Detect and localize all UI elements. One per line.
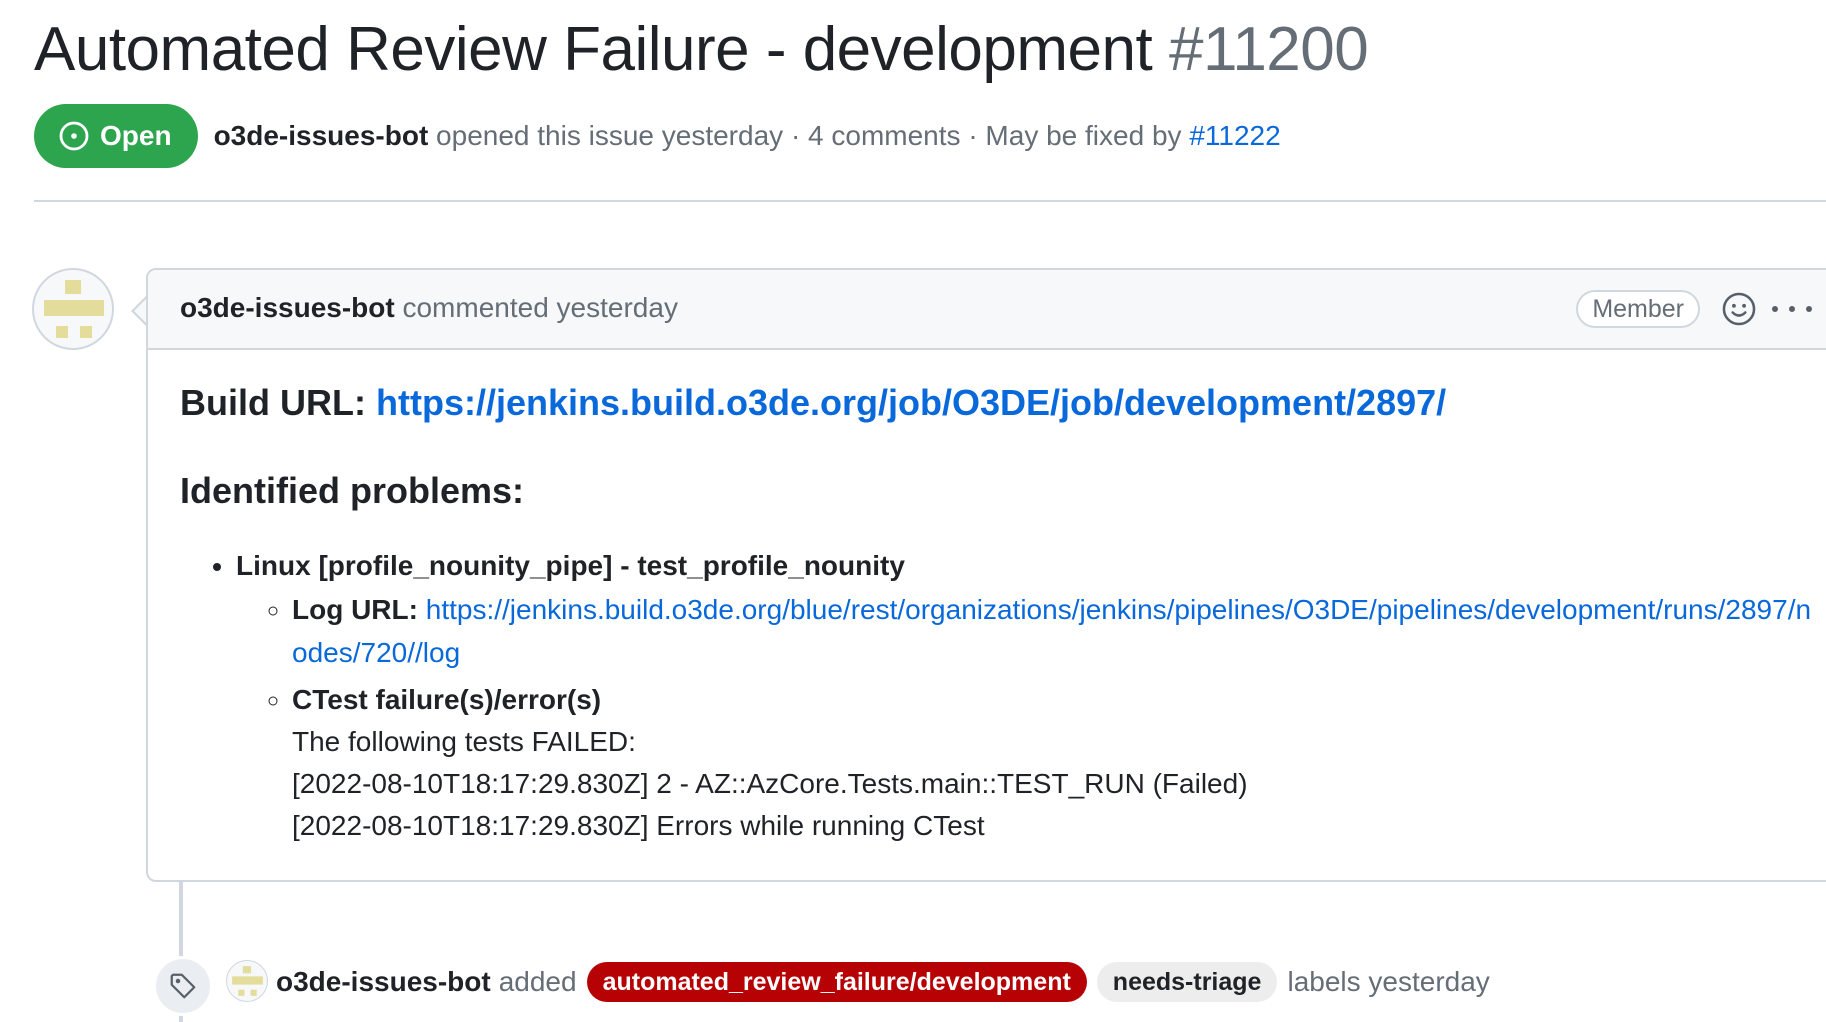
problem-title: Linux [profile_nounity_pipe] - test_prof…	[236, 550, 905, 581]
issue-author-link[interactable]: o3de-issues-bot	[214, 120, 429, 151]
issue-title: Automated Review Failure - development #…	[34, 14, 1369, 85]
ctest-output: The following tests FAILED: [2022-08-10T…	[292, 721, 1814, 847]
ctest-line: [2022-08-10T18:17:29.830Z] Errors while …	[292, 810, 985, 841]
kebab-horizontal-icon	[1772, 306, 1778, 312]
log-url-item: Log URL: https://jenkins.build.o3de.org/…	[292, 588, 1814, 674]
timeline-badge	[153, 956, 213, 1016]
member-badge: Member	[1576, 290, 1700, 328]
fixed-by-pr-link[interactable]: #11222	[1189, 120, 1280, 151]
comment-options-button[interactable]	[1772, 290, 1812, 328]
fixed-text: May be fixed by	[985, 120, 1182, 151]
ctest-line: [2022-08-10T18:17:29.830Z] 2 - AZ::AzCor…	[292, 768, 1248, 799]
state-badge-open: Open	[34, 104, 198, 168]
smiley-icon	[1722, 292, 1756, 326]
comment-header-text: o3de-issues-bot commented yesterday	[180, 292, 678, 324]
problems-list: Linux [profile_nounity_pipe] - test_prof…	[180, 546, 1814, 847]
build-url-line: Build URL: https://jenkins.build.o3de.or…	[180, 382, 1814, 424]
label-automated-review-failure[interactable]: automated_review_failure/development	[586, 962, 1087, 1002]
log-url-link[interactable]: https://jenkins.build.o3de.org/blue/rest…	[292, 594, 1811, 668]
tag-icon	[170, 973, 196, 999]
add-reaction-button[interactable]	[1720, 290, 1758, 328]
issue-title-text: Automated Review Failure - development	[34, 15, 1153, 84]
build-url-label: Build URL:	[180, 382, 366, 423]
problems-heading: Identified problems:	[180, 470, 525, 511]
comment-body: Build URL: https://jenkins.build.o3de.or…	[180, 382, 1814, 851]
ctest-label: CTest failure(s)/error(s)	[292, 684, 602, 715]
avatar[interactable]	[32, 268, 114, 350]
label-needs-triage[interactable]: needs-triage	[1096, 962, 1278, 1002]
comment-header: o3de-issues-bot commented yesterday Memb…	[148, 270, 1826, 350]
issue-state-row: Open o3de-issues-bot opened this issue y…	[34, 104, 1281, 168]
state-label: Open	[100, 120, 172, 151]
event-author-link[interactable]: o3de-issues-bot	[276, 966, 491, 998]
event-action: added	[498, 966, 577, 997]
avatar-identicon	[44, 280, 104, 338]
comments-count: · 4 comments ·	[790, 120, 978, 151]
comment-box: o3de-issues-bot commented yesterday Memb…	[146, 268, 1826, 882]
issue-meta: o3de-issues-bot opened this issue yester…	[214, 120, 1281, 152]
problem-details-list: Log URL: https://jenkins.build.o3de.org/…	[236, 588, 1814, 847]
avatar-identicon	[232, 966, 263, 996]
list-item: Linux [profile_nounity_pipe] - test_prof…	[236, 546, 1814, 847]
issue-opened-icon	[59, 121, 89, 151]
label-event: o3de-issues-bot added automated_review_f…	[276, 962, 1490, 1002]
comment-action: commented yesterday	[402, 292, 678, 323]
build-url-link[interactable]: https://jenkins.build.o3de.org/job/O3DE/…	[376, 382, 1446, 423]
header-divider	[34, 200, 1826, 202]
ctest-item: CTest failure(s)/error(s) The following …	[292, 678, 1814, 847]
ctest-line: The following tests FAILED:	[292, 726, 636, 757]
comment-author-link[interactable]: o3de-issues-bot	[180, 292, 395, 323]
event-trail: labels yesterday	[1287, 966, 1490, 997]
event-avatar[interactable]	[226, 960, 268, 1002]
issue-number: #11200	[1168, 15, 1369, 84]
opened-text: opened this issue yesterday	[436, 120, 784, 151]
log-url-label: Log URL:	[292, 594, 418, 625]
